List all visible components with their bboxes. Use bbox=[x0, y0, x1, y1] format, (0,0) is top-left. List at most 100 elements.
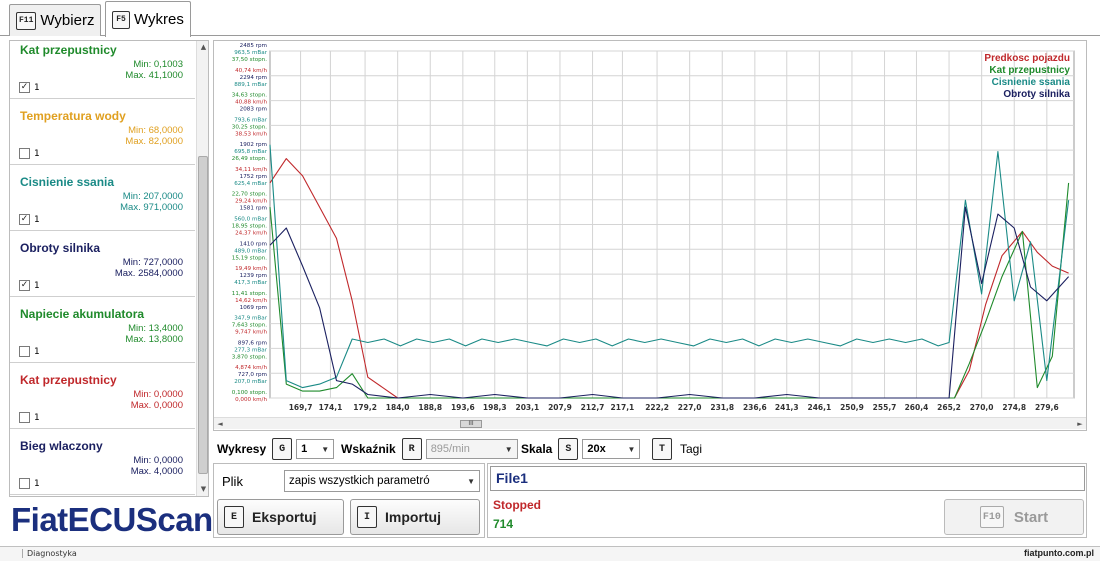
checkbox-empty-icon bbox=[19, 148, 30, 159]
checkmark-icon: ✓ bbox=[19, 280, 30, 291]
y-tick-label: 40,74 km/h bbox=[235, 68, 267, 74]
x-tick-label: 169,7 bbox=[289, 403, 313, 412]
tagi-control[interactable]: T Tagi bbox=[652, 437, 702, 461]
tab-wybierz[interactable]: F11 Wybierz bbox=[9, 4, 102, 36]
scroll-thumb[interactable] bbox=[198, 156, 208, 474]
x-tick-label: 246,1 bbox=[807, 403, 831, 412]
parameter-max: Max. 41,1000 bbox=[125, 70, 183, 81]
x-tick-label: 174,1 bbox=[319, 403, 343, 412]
y-tick-label: 11,41 stopn. bbox=[232, 291, 267, 297]
wykresy-value: 1 bbox=[301, 443, 308, 455]
parameter-max: Max. 0,0000 bbox=[130, 400, 183, 411]
checkbox-label: 1 bbox=[34, 412, 40, 423]
chevron-down-icon: ▼ bbox=[467, 476, 475, 486]
tagi-label: Tagi bbox=[680, 442, 703, 456]
x-tick-label: 203,1 bbox=[515, 403, 539, 412]
parameter-item: Obroty silnika Min: 727,0000 Max. 2584,000… bbox=[10, 231, 195, 297]
parameter-max: Max. 4,0000 bbox=[130, 466, 183, 477]
y-tick-label: 15,19 stopn. bbox=[232, 255, 267, 261]
key-badge: I bbox=[357, 506, 377, 528]
skala-select[interactable]: 20x ▼ bbox=[582, 439, 641, 459]
x-tick-label: 217,1 bbox=[611, 403, 635, 412]
wykresy-select[interactable]: 1 ▼ bbox=[296, 439, 335, 459]
key-badge: R bbox=[401, 438, 422, 460]
parameter-name: Kat przepustnicy bbox=[20, 373, 117, 387]
y-tick-label: 695,8 mBar bbox=[234, 149, 268, 155]
start-button[interactable]: F10 Start bbox=[944, 499, 1084, 535]
checkbox-label: 1 bbox=[34, 478, 40, 489]
parameter-item: Kat przepustnicy Min: 0,1003 Max. 41,1000 ✓… bbox=[10, 41, 195, 99]
parameter-item: Napiecie akumulatora Min: 13,4000 Max. 13,… bbox=[10, 297, 195, 363]
chevron-down-icon: ▼ bbox=[627, 444, 636, 454]
wykresy-label: Wykresy bbox=[217, 442, 267, 456]
y-tick-label: 38,53 km/h bbox=[235, 131, 267, 137]
y-tick-label: 3,870 stopn. bbox=[232, 354, 267, 360]
parameter-checkbox[interactable]: 1 bbox=[19, 346, 40, 357]
y-tick-label: 560,0 mBar bbox=[234, 217, 268, 223]
y-tick-label: 37,50 stopn. bbox=[232, 57, 267, 63]
x-tick-label: 231,8 bbox=[710, 403, 734, 412]
parameter-checkbox[interactable]: 1 bbox=[19, 148, 40, 159]
y-tick-label: 34,11 km/h bbox=[235, 167, 267, 173]
horizontal-scrollbar[interactable]: ◄ III ► bbox=[214, 417, 1086, 429]
parameter-name: Temperatura wody bbox=[20, 109, 126, 123]
start-label: Start bbox=[1013, 508, 1049, 526]
parameter-min: Min: 0,0000 bbox=[133, 389, 183, 400]
export-button[interactable]: E Eksportuj bbox=[217, 499, 344, 535]
y-tick-label: 207,0 mBar bbox=[234, 379, 268, 385]
tab-label: Wybierz bbox=[40, 12, 95, 29]
parameter-max: Max. 2584,0000 bbox=[114, 268, 183, 279]
parameter-max: Max. 971,0000 bbox=[120, 202, 183, 213]
tab-wykres[interactable]: F5 Wykres bbox=[105, 1, 191, 37]
scroll-left-icon[interactable]: ◄ bbox=[214, 418, 226, 430]
checkbox-label: 1 bbox=[34, 148, 40, 159]
y-tick-label: 1581 rpm bbox=[240, 206, 267, 212]
key-badge: G bbox=[272, 438, 293, 460]
plik-select[interactable]: zapis wszystkich parametró ▼ bbox=[284, 470, 480, 492]
y-tick-label: 34,63 stopn. bbox=[232, 93, 267, 99]
file-panel: Plik zapis wszystkich parametró ▼ E Ekspo… bbox=[213, 463, 485, 538]
parameter-checkbox[interactable]: ✓ 1 bbox=[19, 280, 40, 291]
y-tick-label: 30,25 stopn. bbox=[232, 124, 267, 130]
y-tick-label: 18,95 stopn. bbox=[232, 224, 267, 230]
x-tick-label: 260,4 bbox=[905, 403, 929, 412]
y-tick-label: 4,874 km/h bbox=[235, 365, 267, 371]
parameter-checkbox[interactable]: 1 bbox=[19, 412, 40, 423]
checkbox-label: 1 bbox=[34, 280, 40, 291]
parameter-panel: Kat przepustnicy Min: 0,1003 Max. 41,1000 ✓… bbox=[9, 40, 209, 497]
y-tick-label: 0,100 stopn. bbox=[232, 390, 267, 396]
scroll-down-icon[interactable]: ▼ bbox=[197, 483, 208, 496]
y-tick-label: 277,3 mBar bbox=[234, 347, 268, 353]
parameter-list: Kat przepustnicy Min: 0,1003 Max. 41,1000 ✓… bbox=[10, 41, 195, 495]
legend-entry: Obroty silnika bbox=[1003, 89, 1070, 100]
checkbox-label: 1 bbox=[34, 214, 40, 225]
wskaznik-select[interactable]: 895/min ▼ bbox=[425, 439, 518, 459]
parameter-checkbox[interactable]: 1 bbox=[19, 478, 40, 489]
scroll-up-icon[interactable]: ▲ bbox=[197, 41, 208, 54]
status-state: Stopped bbox=[493, 498, 541, 512]
status-panel: File1 Stopped 714 F10 Start bbox=[487, 463, 1087, 538]
y-tick-label: 489,0 mBar bbox=[234, 248, 268, 254]
x-tick-label: 265,2 bbox=[937, 403, 961, 412]
wskaznik-label: Wskaźnik bbox=[341, 442, 396, 456]
scroll-right-icon[interactable]: ► bbox=[1074, 418, 1086, 430]
vertical-scrollbar[interactable]: ▲ ▼ bbox=[196, 41, 208, 496]
chevron-down-icon: ▼ bbox=[504, 444, 513, 454]
parameter-checkbox[interactable]: ✓ 1 bbox=[19, 82, 40, 93]
filename-field[interactable]: File1 bbox=[490, 466, 1085, 491]
key-badge: S bbox=[558, 438, 579, 460]
x-tick-label: 212,7 bbox=[581, 403, 605, 412]
x-tick-label: 236,6 bbox=[743, 403, 767, 412]
parameter-name: Cisnienie ssania bbox=[20, 175, 115, 189]
key-badge: F10 bbox=[979, 506, 1004, 528]
parameter-max: Max. 82,0000 bbox=[125, 136, 183, 147]
key-badge: T bbox=[652, 438, 672, 460]
y-tick-label: 0,000 km/h bbox=[235, 397, 267, 403]
skala-control: Skala S 20x ▼ bbox=[521, 437, 641, 461]
scroll-thumb[interactable]: III bbox=[460, 420, 482, 428]
parameter-name: Bieg wlaczony bbox=[20, 439, 103, 453]
y-tick-label: 889,1 mBar bbox=[234, 82, 268, 88]
parameter-checkbox[interactable]: ✓ 1 bbox=[19, 214, 40, 225]
key-badge: E bbox=[224, 506, 244, 528]
import-button[interactable]: I Importuj bbox=[350, 499, 480, 535]
